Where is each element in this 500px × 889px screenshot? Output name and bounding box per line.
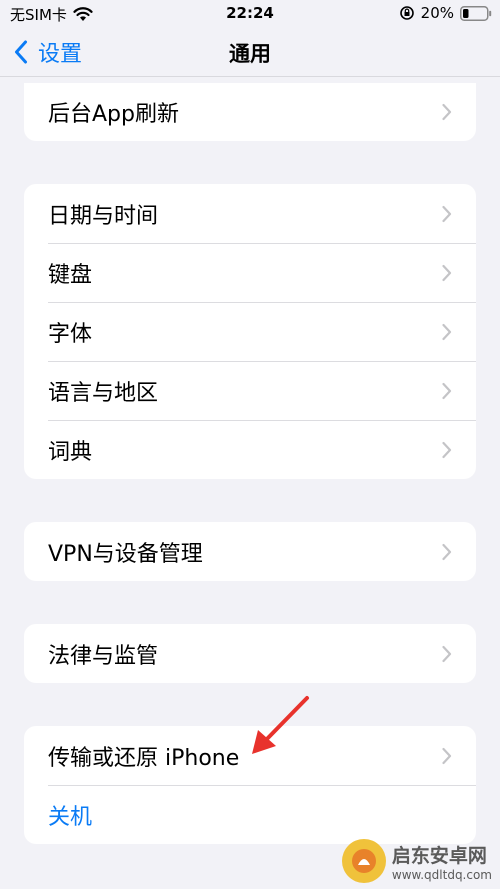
chevron-right-icon xyxy=(442,205,452,222)
status-right: 20% xyxy=(399,4,492,22)
settings-row-language-region[interactable]: 语言与地区 xyxy=(24,361,476,420)
watermark-url: www.qdltdq.com xyxy=(391,867,492,882)
settings-row-background-refresh[interactable]: 后台App刷新 xyxy=(24,83,476,141)
chevron-right-icon xyxy=(442,441,452,458)
row-label: VPN与设备管理 xyxy=(48,541,203,567)
settings-group-vpn: VPN与设备管理 xyxy=(24,522,476,581)
battery-icon xyxy=(460,5,492,21)
watermark-text: 启东安卓网 www.qdltdq.com xyxy=(392,841,492,882)
settings-row-keyboard[interactable]: 键盘 xyxy=(24,243,476,302)
annotation-arrow-icon xyxy=(252,696,309,754)
row-label: 日期与时间 xyxy=(48,203,159,229)
row-label: 词典 xyxy=(48,439,93,465)
navigation-bar: 设置 通用 xyxy=(0,26,500,77)
chevron-right-icon xyxy=(442,382,452,399)
watermark-logo-icon xyxy=(351,849,376,873)
settings-row-date-time[interactable]: 日期与时间 xyxy=(24,184,476,243)
row-label: 后台App刷新 xyxy=(48,102,179,127)
settings-row-legal-regulatory[interactable]: 法律与监管 xyxy=(24,624,476,683)
row-label: 字体 xyxy=(48,321,93,347)
settings-row-dictionary[interactable]: 词典 xyxy=(24,420,476,479)
row-label: 键盘 xyxy=(48,262,93,288)
chevron-right-icon xyxy=(442,103,452,121)
chevron-right-icon xyxy=(442,645,452,662)
chevron-right-icon xyxy=(442,264,452,281)
chevron-right-icon xyxy=(442,323,452,340)
watermark-name: 启东安卓网 xyxy=(391,844,487,867)
orientation-lock-icon xyxy=(399,6,414,20)
settings-row-vpn-device-management[interactable]: VPN与设备管理 xyxy=(24,522,476,581)
settings-group-refresh: 后台App刷新 xyxy=(24,83,476,141)
battery-percent: 20% xyxy=(420,4,454,22)
row-label: 关机 xyxy=(48,804,93,830)
watermark: 启东安卓网 www.qdltdq.com xyxy=(341,839,492,883)
status-bar: 无SIM卡 22:24 20% xyxy=(0,0,500,26)
settings-row-fonts[interactable]: 字体 xyxy=(24,302,476,361)
settings-group-legal: 法律与监管 xyxy=(24,624,476,683)
chevron-right-icon xyxy=(442,747,452,764)
shutdown-button[interactable]: 关机 xyxy=(24,785,476,844)
row-label: 语言与地区 xyxy=(48,380,159,406)
page-title: 通用 xyxy=(229,42,271,66)
row-label: 传输或还原 iPhone xyxy=(48,745,240,771)
chevron-right-icon xyxy=(442,543,452,560)
row-label: 法律与监管 xyxy=(48,643,159,669)
settings-group-locale: 日期与时间 键盘 字体 语言与地区 词典 xyxy=(24,184,476,479)
watermark-logo xyxy=(341,839,386,883)
